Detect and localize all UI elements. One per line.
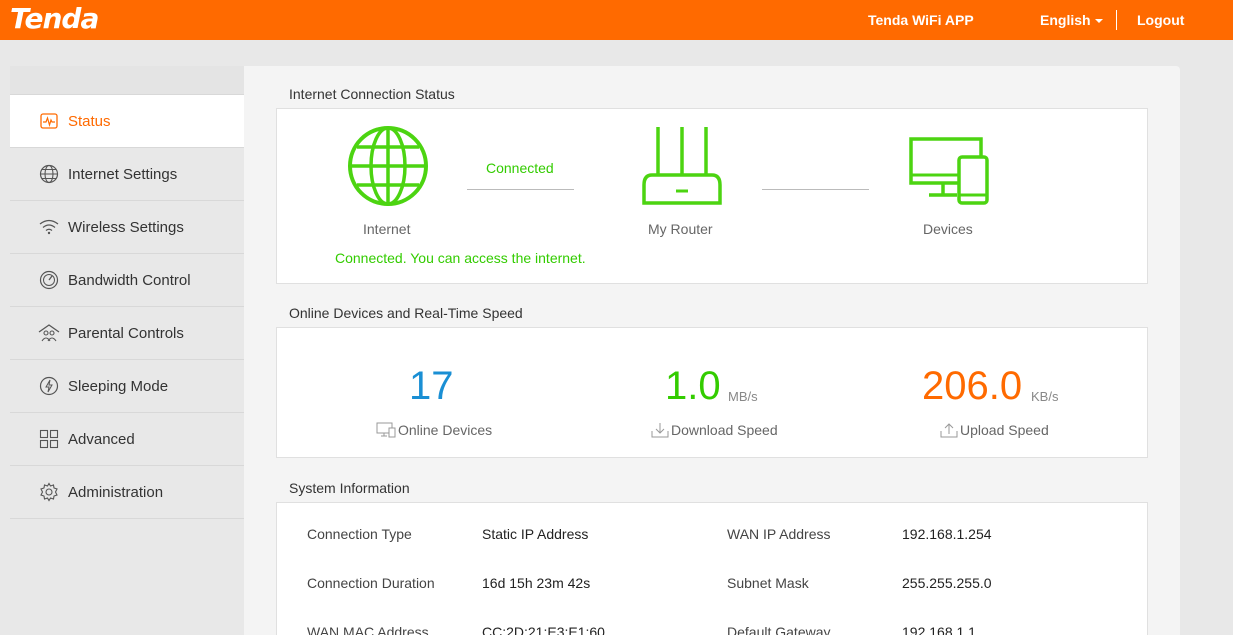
logo: Tenda (10, 2, 99, 35)
wifi-icon (38, 216, 60, 238)
monitor-icon (376, 422, 396, 438)
upload-label-group: Upload Speed (940, 422, 1049, 438)
upload-label: Upload Speed (960, 422, 1049, 438)
connection-line-left (467, 189, 574, 190)
download-label: Download Speed (671, 422, 778, 438)
sidebar-item-label: Administration (68, 483, 164, 501)
default-gateway-key: Default Gateway (727, 624, 831, 635)
connection-status-card: Internet Connected My Router Devices Con… (276, 108, 1148, 284)
sidebar-item-wireless-settings[interactable]: Wireless Settings (10, 201, 244, 254)
subnet-mask-key: Subnet Mask (727, 575, 809, 591)
online-devices-count: 17 (409, 364, 454, 408)
router-label: My Router (648, 221, 713, 237)
connection-duration-value: 16d 15h 23m 42s (482, 575, 591, 591)
subnet-mask-value: 255.255.255.0 (902, 575, 992, 591)
internet-label: Internet (363, 221, 411, 237)
download-icon (651, 423, 669, 438)
sidebar-item-label: Bandwidth Control (68, 271, 191, 289)
gauge-icon (38, 269, 60, 291)
devices-label: Devices (923, 221, 973, 237)
sidebar-item-sleeping-mode[interactable]: Sleeping Mode (10, 360, 244, 413)
router-icon (642, 125, 722, 210)
sidebar-item-label: Advanced (68, 430, 135, 448)
power-icon (38, 375, 60, 397)
sidebar-top (10, 66, 244, 95)
speed-card: 17 Online Devices 1.0 MB/s Download Spee… (276, 327, 1148, 458)
connection-type-key: Connection Type (307, 526, 412, 542)
wan-ip-key: WAN IP Address (727, 526, 831, 542)
wan-ip-value: 192.168.1.254 (902, 526, 992, 542)
language-label: English (1040, 12, 1091, 28)
connection-message: Connected. You can access the internet. (335, 250, 586, 266)
internet-globe-icon (347, 125, 429, 210)
logout-button[interactable]: Logout (1137, 12, 1184, 28)
status-icon (38, 110, 60, 132)
sidebar-item-administration[interactable]: Administration (10, 466, 244, 519)
download-speed-unit: MB/s (728, 389, 758, 404)
sidebar-item-label: Internet Settings (68, 165, 178, 183)
connection-line-right (762, 189, 869, 190)
upload-icon (940, 423, 958, 438)
sidebar-item-advanced[interactable]: Advanced (10, 413, 244, 466)
sidebar-item-label: Wireless Settings (68, 218, 184, 236)
sidebar: Status Internet Settings Wireless Settin… (10, 66, 244, 635)
section-title-system: System Information (289, 480, 410, 496)
gear-icon (38, 481, 60, 503)
sidebar-item-bandwidth-control[interactable]: Bandwidth Control (10, 254, 244, 307)
download-speed-value: 1.0 (665, 364, 721, 408)
chevron-down-icon (1094, 19, 1103, 24)
upload-speed-unit: KB/s (1031, 389, 1059, 404)
wan-mac-value: CC:2D:21:E3:E1:60 (482, 624, 605, 635)
language-selector[interactable]: English (1040, 12, 1103, 28)
system-info-card: Connection Type Static IP Address WAN IP… (276, 502, 1148, 635)
connection-duration-key: Connection Duration (307, 575, 435, 591)
main-content: Internet Connection Status Internet Conn… (244, 66, 1180, 635)
globe-icon (38, 163, 60, 185)
sidebar-item-label: Sleeping Mode (68, 377, 169, 395)
sidebar-item-label: Parental Controls (68, 324, 184, 342)
sidebar-item-status[interactable]: Status (10, 95, 244, 148)
online-devices-label: Online Devices (398, 422, 493, 438)
grid-icon (38, 428, 60, 450)
wan-mac-key: WAN MAC Address (307, 624, 429, 635)
connection-state: Connected (486, 160, 554, 176)
section-title-speed: Online Devices and Real-Time Speed (289, 305, 523, 321)
top-bar: Tenda Tenda WiFi APP English Logout (0, 0, 1233, 40)
section-title-connection: Internet Connection Status (289, 86, 455, 102)
devices-icon (909, 137, 989, 210)
online-devices-label-group: Online Devices (376, 422, 492, 438)
sidebar-item-internet-settings[interactable]: Internet Settings (10, 148, 244, 201)
connection-type-value: Static IP Address (482, 526, 589, 542)
header-divider (1116, 10, 1117, 30)
download-label-group: Download Speed (651, 422, 778, 438)
sidebar-item-label: Status (68, 112, 111, 130)
upload-speed-value: 206.0 (922, 364, 1023, 408)
default-gateway-value: 192.168.1.1 (902, 624, 976, 635)
family-icon (38, 322, 60, 344)
app-link[interactable]: Tenda WiFi APP (868, 12, 974, 28)
sidebar-item-parental-controls[interactable]: Parental Controls (10, 307, 244, 360)
